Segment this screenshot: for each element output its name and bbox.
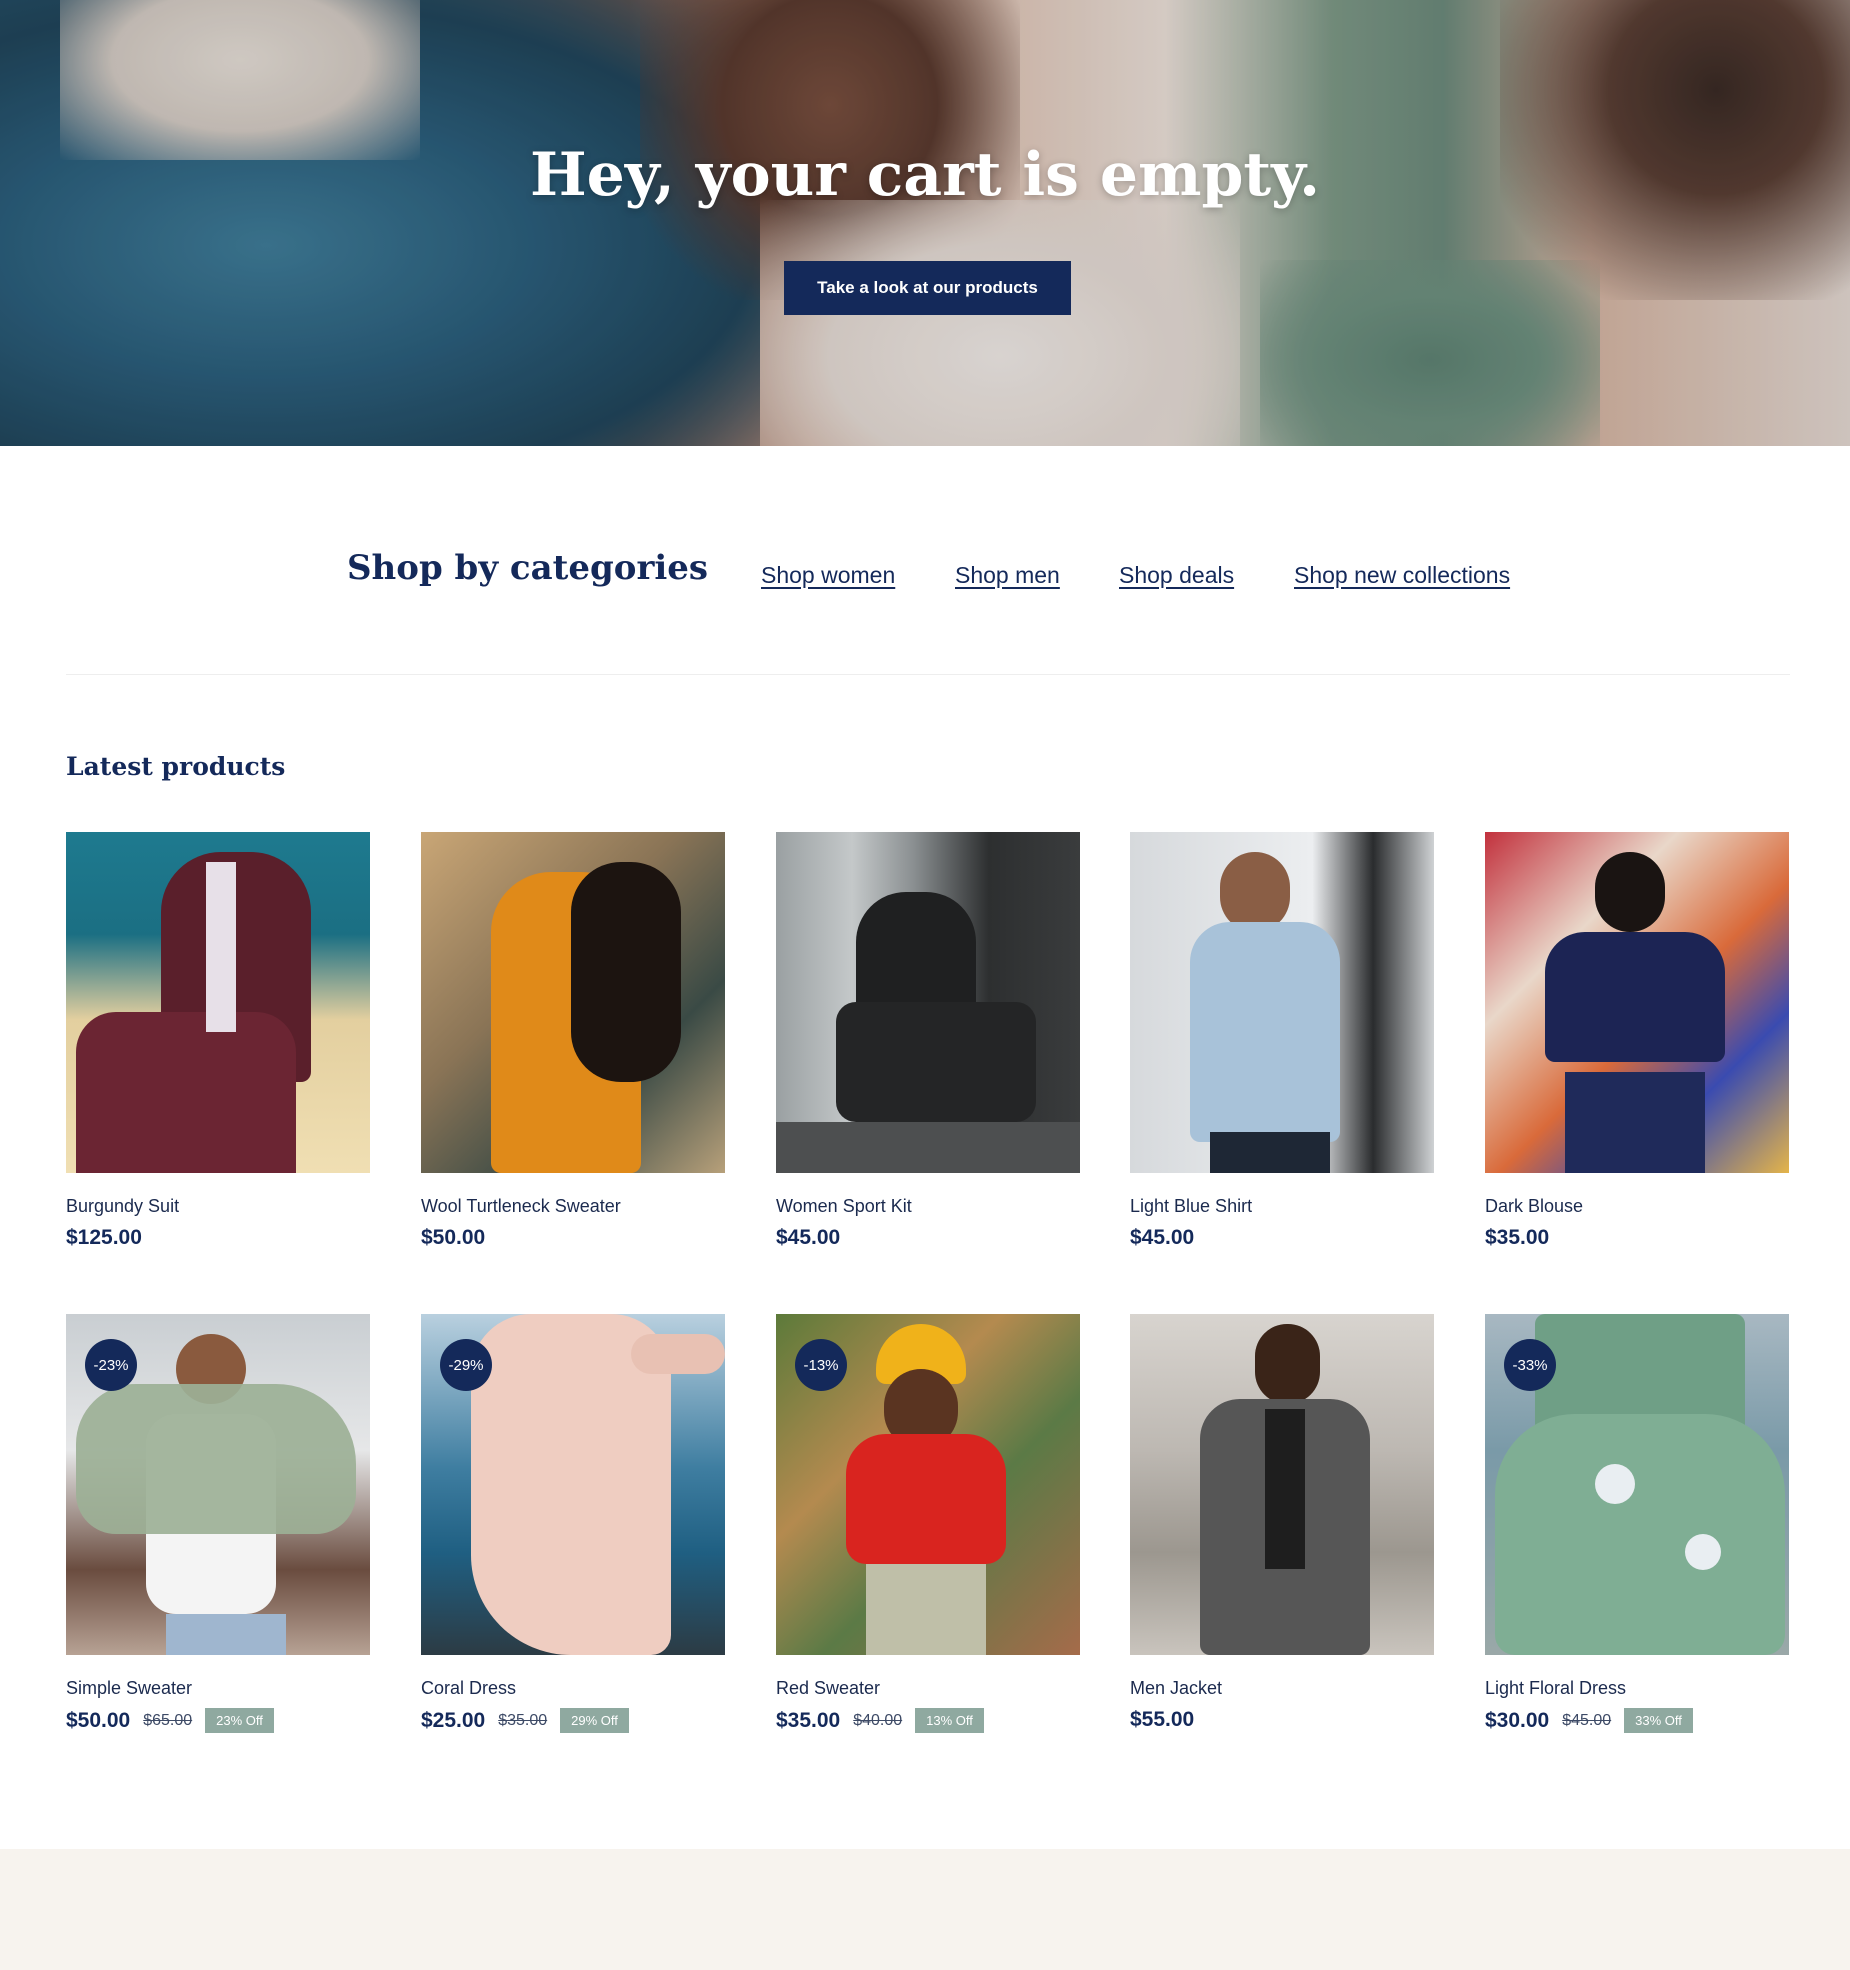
product-card[interactable]: -23% Simple Sweater $50.00 $65.00 23% Of…	[66, 1314, 370, 1733]
product-figure	[166, 1614, 286, 1655]
product-name[interactable]: Women Sport Kit	[776, 1196, 912, 1217]
product-figure	[776, 1122, 1080, 1173]
price-row: $45.00	[1130, 1226, 1194, 1250]
shop-deals-link[interactable]: Shop deals	[1119, 562, 1234, 589]
product-price: $55.00	[1130, 1708, 1195, 1731]
product-name[interactable]: Red Sweater	[776, 1678, 880, 1699]
price-row: $50.00 $65.00 23% Off	[66, 1708, 274, 1733]
price-row: $35.00 $40.00 13% Off	[776, 1708, 984, 1733]
product-figure	[1495, 1414, 1785, 1655]
product-image[interactable]: -23%	[66, 1314, 370, 1655]
section-divider	[66, 674, 1790, 675]
product-name[interactable]: Men Jacket	[1130, 1678, 1222, 1699]
product-card[interactable]: Dark Blouse $35.00	[1485, 832, 1789, 1249]
product-card[interactable]: Women Sport Kit $45.00	[776, 832, 1080, 1249]
product-name[interactable]: Wool Turtleneck Sweater	[421, 1196, 621, 1217]
price-row: $125.00	[66, 1226, 142, 1250]
product-card[interactable]: Wool Turtleneck Sweater $50.00	[421, 832, 725, 1249]
product-image[interactable]: -13%	[776, 1314, 1080, 1655]
price-row: $50.00	[421, 1226, 485, 1250]
product-name[interactable]: Dark Blouse	[1485, 1196, 1583, 1217]
discount-badge: -29%	[440, 1339, 492, 1391]
discount-tag: 29% Off	[560, 1708, 629, 1733]
discount-tag: 33% Off	[1624, 1708, 1693, 1733]
discount-badge: -33%	[1504, 1339, 1556, 1391]
product-figure	[631, 1334, 725, 1374]
price-row: $30.00 $45.00 33% Off	[1485, 1708, 1693, 1733]
product-figure	[1565, 1072, 1705, 1173]
product-figure	[1220, 852, 1290, 932]
product-figure	[571, 862, 681, 1082]
original-price: $45.00	[1562, 1711, 1612, 1729]
discount-badge: -23%	[85, 1339, 137, 1391]
product-image[interactable]	[1130, 1314, 1434, 1655]
product-name[interactable]: Light Blue Shirt	[1130, 1196, 1252, 1217]
product-price: $45.00	[776, 1226, 841, 1249]
product-price: $30.00	[1485, 1708, 1550, 1732]
shop-women-link[interactable]: Shop women	[761, 562, 895, 589]
discount-badge: -13%	[795, 1339, 847, 1391]
product-image[interactable]: -33%	[1485, 1314, 1789, 1655]
product-figure	[1545, 932, 1725, 1062]
product-card[interactable]: -13% Red Sweater $35.00 $40.00 13% Off	[776, 1314, 1080, 1733]
product-card[interactable]: Burgundy Suit $125.00	[66, 832, 370, 1249]
product-name[interactable]: Coral Dress	[421, 1678, 516, 1699]
hero-banner: Hey, your cart is empty. Take a look at …	[0, 0, 1850, 446]
price-row: $45.00	[776, 1226, 840, 1250]
empty-cart-heading: Hey, your cart is empty.	[529, 140, 1321, 210]
product-name[interactable]: Light Floral Dress	[1485, 1678, 1626, 1699]
product-price: $125.00	[66, 1226, 142, 1249]
product-figure	[1210, 1132, 1330, 1173]
latest-products-heading: Latest products	[66, 752, 286, 781]
product-image[interactable]	[1485, 832, 1789, 1173]
product-figure	[1265, 1409, 1305, 1569]
product-figure	[836, 1002, 1036, 1122]
product-figure	[206, 862, 236, 1032]
product-figure	[1595, 852, 1665, 932]
product-figure	[76, 1012, 296, 1173]
categories-heading: Shop by categories	[347, 548, 709, 588]
product-figure	[76, 1384, 356, 1534]
product-card[interactable]: -33% Light Floral Dress $30.00 $45.00 33…	[1485, 1314, 1789, 1733]
original-price: $40.00	[853, 1711, 903, 1729]
original-price: $35.00	[498, 1711, 548, 1729]
shop-men-link[interactable]: Shop men	[955, 562, 1060, 589]
browse-products-button[interactable]: Take a look at our products	[784, 261, 1071, 315]
product-image[interactable]	[1130, 832, 1434, 1173]
product-price: $35.00	[1485, 1226, 1550, 1249]
product-price: $50.00	[421, 1226, 486, 1249]
product-name[interactable]: Simple Sweater	[66, 1678, 192, 1699]
hero-overlay	[0, 0, 1850, 446]
product-figure	[1255, 1324, 1320, 1404]
price-row: $25.00 $35.00 29% Off	[421, 1708, 629, 1733]
original-price: $65.00	[143, 1711, 193, 1729]
product-card[interactable]: Light Blue Shirt $45.00	[1130, 832, 1434, 1249]
product-figure	[1190, 922, 1340, 1142]
product-figure	[1685, 1534, 1721, 1570]
product-figure	[1595, 1464, 1635, 1504]
product-price: $45.00	[1130, 1226, 1195, 1249]
product-image[interactable]: -29%	[421, 1314, 725, 1655]
product-card[interactable]: -29% Coral Dress $25.00 $35.00 29% Off	[421, 1314, 725, 1733]
product-name[interactable]: Burgundy Suit	[66, 1196, 179, 1217]
shop-new-collections-link[interactable]: Shop new collections	[1294, 562, 1510, 589]
product-price: $35.00	[776, 1708, 841, 1732]
product-figure	[846, 1434, 1006, 1564]
product-image[interactable]	[776, 832, 1080, 1173]
product-image[interactable]	[421, 832, 725, 1173]
discount-tag: 23% Off	[205, 1708, 274, 1733]
discount-tag: 13% Off	[915, 1708, 984, 1733]
price-row: $55.00	[1130, 1708, 1194, 1732]
price-row: $35.00	[1485, 1226, 1549, 1250]
product-image[interactable]	[66, 832, 370, 1173]
product-price: $50.00	[66, 1708, 131, 1732]
product-price: $25.00	[421, 1708, 486, 1732]
footer-band	[0, 1849, 1850, 1970]
product-card[interactable]: Men Jacket $55.00	[1130, 1314, 1434, 1731]
product-figure	[866, 1564, 986, 1655]
